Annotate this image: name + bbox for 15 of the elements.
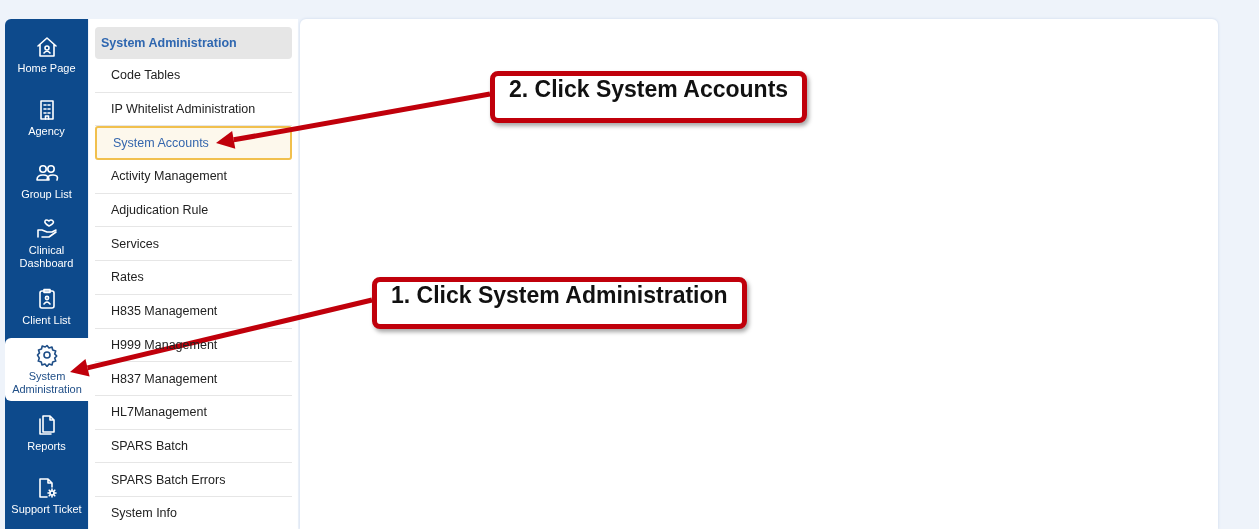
callout: 1. Click System Administration [372, 277, 747, 329]
nav-item[interactable]: System Administration [5, 338, 89, 401]
nav-item[interactable]: Reports [5, 401, 88, 464]
nav-item[interactable]: Home Page [5, 23, 88, 86]
menu-header: System Administration [95, 27, 292, 59]
hand-heart-icon [34, 217, 59, 241]
nav-item[interactable]: Group List [5, 149, 88, 212]
menu-item[interactable]: System Accounts [95, 126, 292, 161]
nav-item[interactable]: Support Ticket [5, 464, 88, 527]
nav-item[interactable]: Clinical Dashboard [5, 212, 88, 275]
gear-icon [35, 343, 59, 367]
nav-item[interactable]: Agency [5, 86, 88, 149]
house-icon [34, 34, 59, 59]
nav-item[interactable]: Client List [5, 275, 88, 338]
callout: 2. Click System Accounts [490, 71, 808, 123]
